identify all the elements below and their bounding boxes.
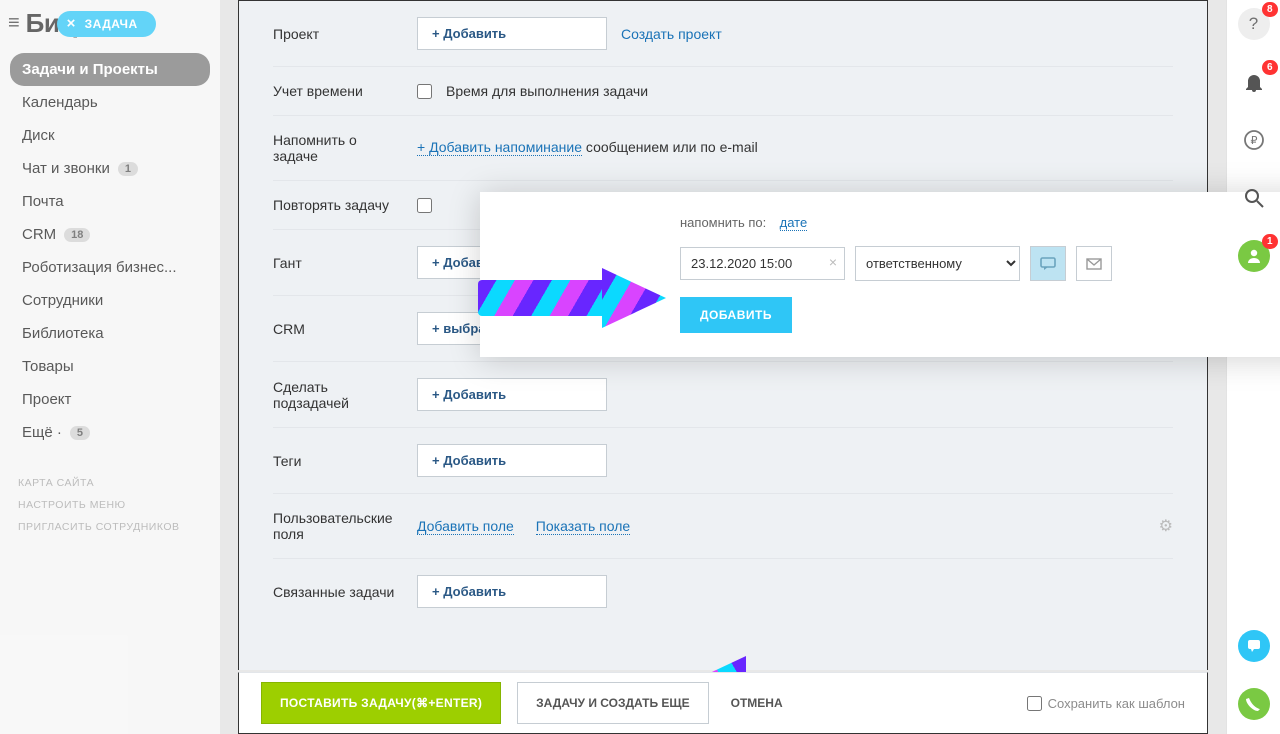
- sidebar-item-label: Проект: [22, 391, 71, 408]
- sidebar-footer-link[interactable]: НАСТРОИТЬ МЕНЮ: [0, 493, 220, 515]
- reminder-mode-link[interactable]: дате: [780, 215, 808, 231]
- reminder-prefix: напомнить по:: [680, 215, 766, 230]
- sidebar-item[interactable]: Почта: [10, 185, 210, 218]
- label-remind: Напомнить о задаче: [273, 132, 403, 164]
- sidebar-item-label: Ещё ·: [22, 424, 62, 441]
- currency-icon[interactable]: ₽: [1238, 124, 1270, 156]
- gear-icon[interactable]: ⚙: [1159, 516, 1173, 536]
- sidebar-item[interactable]: Календарь: [10, 86, 210, 119]
- sidebar-footer-link[interactable]: КАРТА САЙТА: [0, 471, 220, 493]
- task-pill[interactable]: ЗАДАЧА: [57, 11, 156, 37]
- add-field-link[interactable]: Добавить поле: [417, 518, 514, 535]
- phone-icon[interactable]: [1238, 688, 1270, 720]
- label-crm: CRM: [273, 321, 403, 337]
- label-project: Проект: [273, 26, 403, 42]
- label-repeat: Повторять задачу: [273, 197, 403, 213]
- label-subtask: Сделать подзадачей: [273, 379, 403, 411]
- repeat-checkbox[interactable]: [417, 198, 432, 213]
- main-area: Проект + Добавить Создать проект Учет вр…: [220, 0, 1226, 734]
- show-field-link[interactable]: Показать поле: [536, 518, 630, 535]
- time-checkbox[interactable]: [417, 84, 432, 99]
- reminder-datetime-input[interactable]: [680, 247, 845, 280]
- sidebar: ≡ Битрикс ЗАДАЧА Задачи и ПроектыКаленда…: [0, 0, 220, 734]
- sidebar-item[interactable]: Товары: [10, 350, 210, 383]
- create-project-link[interactable]: Создать проект: [621, 26, 722, 42]
- sidebar-item-label: Товары: [22, 358, 74, 375]
- clear-date-icon[interactable]: ×: [829, 254, 837, 270]
- sidebar-item[interactable]: Задачи и Проекты: [10, 53, 210, 86]
- sidebar-item[interactable]: Ещё · 5: [10, 416, 210, 449]
- tags-add-button[interactable]: + Добавить: [417, 444, 607, 477]
- sidebar-item-label: Роботизация бизнес...: [22, 259, 177, 276]
- user-icon[interactable]: 1: [1238, 240, 1270, 272]
- chat-icon[interactable]: [1238, 630, 1270, 662]
- label-related: Связанные задачи: [273, 584, 403, 600]
- right-rail: ? 8 6 ₽ 1: [1226, 0, 1280, 734]
- submit-and-create-button[interactable]: ЗАДАЧУ И СОЗДАТЬ ЕЩЕ: [517, 682, 708, 724]
- annotation-arrow: [478, 268, 666, 328]
- subtask-add-button[interactable]: + Добавить: [417, 378, 607, 411]
- badge: 6: [1262, 60, 1278, 75]
- sidebar-item-label: CRM: [22, 226, 56, 243]
- label-custom-fields: Пользовательские поля: [273, 510, 403, 542]
- mail-icon[interactable]: [1076, 246, 1112, 281]
- sidebar-item-label: Задачи и Проекты: [22, 61, 158, 78]
- reminder-recipient-select[interactable]: ответственному: [855, 246, 1020, 281]
- sidebar-item[interactable]: CRM 18: [10, 218, 210, 251]
- label-tags: Теги: [273, 453, 403, 469]
- sidebar-item-label: Диск: [22, 127, 55, 144]
- badge: 5: [70, 426, 90, 440]
- related-add-button[interactable]: + Добавить: [417, 575, 607, 608]
- submit-task-button[interactable]: ПОСТАВИТЬ ЗАДАЧУ(⌘+ENTER): [261, 682, 501, 724]
- hamburger-icon[interactable]: ≡: [8, 12, 20, 35]
- add-reminder-tail: сообщением или по e-mail: [582, 139, 758, 155]
- badge: 8: [1262, 2, 1278, 17]
- sidebar-item[interactable]: Проект: [10, 383, 210, 416]
- badge: 1: [118, 162, 138, 176]
- badge: 1: [1262, 234, 1278, 249]
- sidebar-item[interactable]: Чат и звонки 1: [10, 152, 210, 185]
- reminder-add-button[interactable]: ДОБАВИТЬ: [680, 297, 792, 333]
- project-add-button[interactable]: + Добавить: [417, 17, 607, 50]
- sidebar-item[interactable]: Диск: [10, 119, 210, 152]
- help-icon[interactable]: ? 8: [1238, 8, 1270, 40]
- sidebar-item-label: Библиотека: [22, 325, 104, 342]
- sidebar-item[interactable]: Библиотека: [10, 317, 210, 350]
- sidebar-item[interactable]: Роботизация бизнес...: [10, 251, 210, 284]
- sidebar-item-label: Чат и звонки: [22, 160, 110, 177]
- sidebar-item-label: Почта: [22, 193, 64, 210]
- label-time: Учет времени: [273, 83, 403, 99]
- save-template-checkbox[interactable]: Сохранить как шаблон: [1027, 696, 1185, 711]
- bell-icon[interactable]: 6: [1238, 66, 1270, 98]
- message-icon[interactable]: [1030, 246, 1066, 281]
- sidebar-item-label: Календарь: [22, 94, 98, 111]
- sidebar-item-label: Сотрудники: [22, 292, 103, 309]
- svg-text:₽: ₽: [1250, 135, 1257, 147]
- cancel-button[interactable]: ОТМЕНА: [725, 683, 789, 723]
- footer-bar: ПОСТАВИТЬ ЗАДАЧУ(⌘+ENTER) ЗАДАЧУ И СОЗДА…: [238, 672, 1208, 734]
- sidebar-footer-link[interactable]: ПРИГЛАСИТЬ СОТРУДНИКОВ: [0, 515, 220, 537]
- sidebar-item[interactable]: Сотрудники: [10, 284, 210, 317]
- time-checkbox-label: Время для выполнения задачи: [446, 83, 648, 99]
- add-reminder-link[interactable]: + Добавить напоминание: [417, 139, 582, 156]
- badge: 18: [64, 228, 90, 242]
- search-icon[interactable]: [1238, 182, 1270, 214]
- label-gantt: Гант: [273, 255, 403, 271]
